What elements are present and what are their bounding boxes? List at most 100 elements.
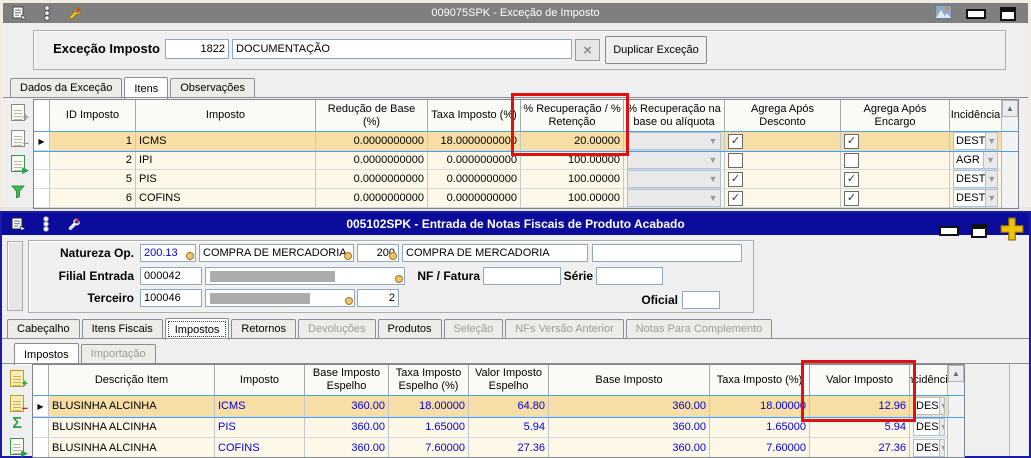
cell-imposto[interactable]: ICMS bbox=[136, 132, 316, 151]
natureza-desc-field[interactable]: COMPRA DE MERCADORIA bbox=[199, 244, 354, 262]
agrega-desconto-checkbox: ✓ bbox=[728, 172, 743, 187]
redacted-text bbox=[210, 293, 310, 304]
terceiro-code-field[interactable]: 100046 bbox=[140, 289, 202, 307]
subtab-importacao: Importação bbox=[81, 344, 156, 364]
maximize-button[interactable] bbox=[1000, 7, 1016, 21]
scroll-up-icon: ▲ bbox=[1002, 100, 1018, 117]
picture-icon[interactable] bbox=[935, 5, 952, 22]
chevron-down-icon: ▼ bbox=[939, 398, 945, 414]
natureza-desc2-field[interactable]: COMPRA DE MERCADORIA bbox=[402, 244, 588, 262]
oficial-field[interactable] bbox=[682, 291, 720, 309]
filial-desc-field[interactable] bbox=[205, 267, 405, 285]
tab-dados-da-excecao[interactable]: Dados da Exceção bbox=[10, 78, 122, 98]
filial-code-field[interactable]: 000042 bbox=[140, 267, 202, 285]
traffic-light-icon bbox=[36, 216, 56, 232]
maximize-button[interactable] bbox=[971, 224, 987, 238]
col-reducao-base[interactable]: Redução de Base (%) bbox=[316, 100, 428, 132]
tab-itens[interactable]: Itens bbox=[124, 77, 168, 99]
col-imposto[interactable]: Imposto bbox=[215, 365, 305, 396]
col-incidencia[interactable]: Incidência bbox=[950, 100, 1002, 132]
agrega-encargo-checkbox: ✓ bbox=[844, 191, 859, 206]
tab-itens-fiscais[interactable]: Itens Fiscais bbox=[82, 319, 163, 339]
tab-nfs-versao-anterior: NFs Versão Anterior bbox=[505, 319, 623, 339]
nf-fatura-field[interactable] bbox=[483, 267, 561, 285]
tab-impostos[interactable]: Impostos bbox=[165, 318, 230, 340]
table-row[interactable]: 2 IPI 0.0000000000 0.0000000000 100.0000… bbox=[34, 151, 1018, 170]
recuperacao-base-combo: ▼ bbox=[627, 170, 721, 188]
natureza-extra-field[interactable] bbox=[592, 244, 742, 262]
tab-observacoes[interactable]: Observações bbox=[170, 78, 255, 98]
tab-cabecalho[interactable]: Cabeçalho bbox=[7, 319, 80, 339]
excecao-code-field[interactable]: 1822 bbox=[165, 39, 229, 59]
terceiro-desc-field[interactable] bbox=[205, 289, 355, 307]
form-icon bbox=[9, 5, 29, 21]
col-id-imposto[interactable]: ID Imposto bbox=[50, 100, 136, 132]
nf-fatura-label: NF / Fatura bbox=[410, 267, 480, 285]
export-record-icon[interactable]: ▶ bbox=[9, 154, 27, 172]
col-base-imposto[interactable]: Base Imposto bbox=[549, 365, 710, 396]
delete-record-icon[interactable]: − bbox=[9, 129, 27, 147]
col-taxa-imposto[interactable]: Taxa Imposto (%) bbox=[710, 365, 810, 396]
agrega-desconto-checkbox bbox=[728, 153, 743, 168]
col-recuperacao-retencao[interactable]: % Recuperação / % Retenção bbox=[521, 100, 624, 132]
filial-entrada-label: Filial Entrada bbox=[30, 267, 134, 285]
table-row[interactable]: ▶ 1 ICMS 0.0000000000 18.0000000000 20.0… bbox=[34, 132, 1018, 151]
natureza-code-field[interactable]: 200.13 bbox=[140, 244, 196, 262]
titlebar[interactable]: 009075SPK - Exceção de Imposto bbox=[3, 3, 1028, 23]
col-agrega-apos-encargo[interactable]: Agrega Após Encargo bbox=[841, 100, 950, 132]
table-row[interactable]: 5 PIS 0.0000000000 0.0000000000 100.0000… bbox=[34, 170, 1018, 189]
minimize-button[interactable] bbox=[939, 226, 959, 236]
excecao-description-field[interactable]: DOCUMENTAÇÃO bbox=[232, 39, 572, 59]
col-descricao-item[interactable]: Descrição Item bbox=[49, 365, 215, 396]
tab-divider bbox=[3, 97, 1028, 98]
insert-record-icon[interactable]: + bbox=[9, 103, 27, 121]
serie-label: Série bbox=[563, 267, 593, 285]
tab-retornos[interactable]: Retornos bbox=[231, 319, 296, 339]
recuperacao-base-combo: ▼ bbox=[627, 189, 721, 207]
terceiro-qty-field[interactable]: 2 bbox=[357, 289, 399, 307]
duplicar-excecao-button[interactable]: Duplicar Exceção bbox=[605, 36, 707, 64]
impostos-excecao-table: ID Imposto Imposto Redução de Base (%) T… bbox=[33, 99, 1019, 209]
row-indicator: ▶ bbox=[38, 137, 44, 146]
agrega-desconto-checkbox: ✓ bbox=[728, 134, 743, 149]
export-record-icon[interactable]: ▶ bbox=[8, 437, 26, 455]
col-imposto[interactable]: Imposto bbox=[136, 100, 316, 132]
subtab-impostos[interactable]: Impostos bbox=[14, 343, 79, 365]
insert-record-icon[interactable]: + bbox=[8, 369, 26, 387]
table-row[interactable]: BLUSINHA ALCINHA PIS 360.00 1.65000 5.94… bbox=[33, 417, 964, 438]
tab-selecao: Seleção bbox=[444, 319, 504, 339]
clear-button[interactable]: × bbox=[575, 39, 600, 61]
row-indicator: ▶ bbox=[37, 402, 43, 411]
chevron-down-icon: ▼ bbox=[706, 136, 720, 146]
window-entrada-notas-fiscais: 005102SPK - Entrada de Notas Fiscais de … bbox=[0, 211, 1031, 458]
table-row[interactable]: BLUSINHA ALCINHA COFINS 360.00 7.60000 2… bbox=[33, 438, 964, 458]
delete-record-icon[interactable]: − bbox=[8, 394, 26, 412]
col-incidencia[interactable]: Incidência bbox=[910, 365, 949, 396]
cell-id[interactable]: 1 bbox=[50, 132, 136, 151]
col-taxa-imposto[interactable]: Taxa Imposto (%) bbox=[428, 100, 521, 132]
table-row[interactable]: ▶ BLUSINHA ALCINHA ICMS 360.00 18.00000 … bbox=[33, 396, 964, 417]
titlebar[interactable]: 005102SPK - Entrada de Notas Fiscais de … bbox=[2, 213, 1029, 235]
col-valor-imposto-espelho[interactable]: Valor Imposto Espelho bbox=[469, 365, 549, 396]
col-taxa-imposto-espelho[interactable]: Taxa Imposto Espelho (%) bbox=[389, 365, 469, 396]
incidencia-combo: DEST▼ bbox=[953, 170, 998, 188]
plus-close-icon[interactable] bbox=[999, 217, 1025, 244]
filter-funnel-icon[interactable] bbox=[9, 182, 27, 200]
natureza-code2-field[interactable]: 200 bbox=[357, 244, 399, 262]
grid-scrollbar[interactable]: ▲ bbox=[1001, 100, 1018, 208]
minimize-button[interactable] bbox=[966, 9, 986, 19]
col-valor-imposto[interactable]: Valor Imposto bbox=[810, 365, 910, 396]
window-title: 009075SPK - Exceção de Imposto bbox=[3, 7, 1028, 19]
serie-field[interactable] bbox=[596, 267, 663, 285]
tab-notas-para-complemento: Notas Para Complemento bbox=[626, 319, 773, 339]
col-recuperacao-base-aliquota[interactable]: % Recuperação na base ou alíquota bbox=[624, 100, 725, 132]
col-base-imposto-espelho[interactable]: Base Imposto Espelho bbox=[305, 365, 389, 396]
panel-scrollbar[interactable] bbox=[1009, 364, 1026, 456]
window-excecao-imposto: 009075SPK - Exceção de Imposto Exceção I… bbox=[0, 0, 1031, 207]
table-row[interactable]: 6 COFINS 0.0000000000 0.0000000000 100.0… bbox=[34, 189, 1018, 208]
tab-devolucoes: Devoluções bbox=[298, 319, 375, 339]
sum-sigma-icon[interactable]: Σ bbox=[8, 415, 26, 433]
table-header-row: Descrição Item Imposto Base Imposto Espe… bbox=[33, 365, 964, 396]
col-agrega-apos-desconto[interactable]: Agrega Após Desconto bbox=[725, 100, 841, 132]
tab-produtos[interactable]: Produtos bbox=[378, 319, 442, 339]
